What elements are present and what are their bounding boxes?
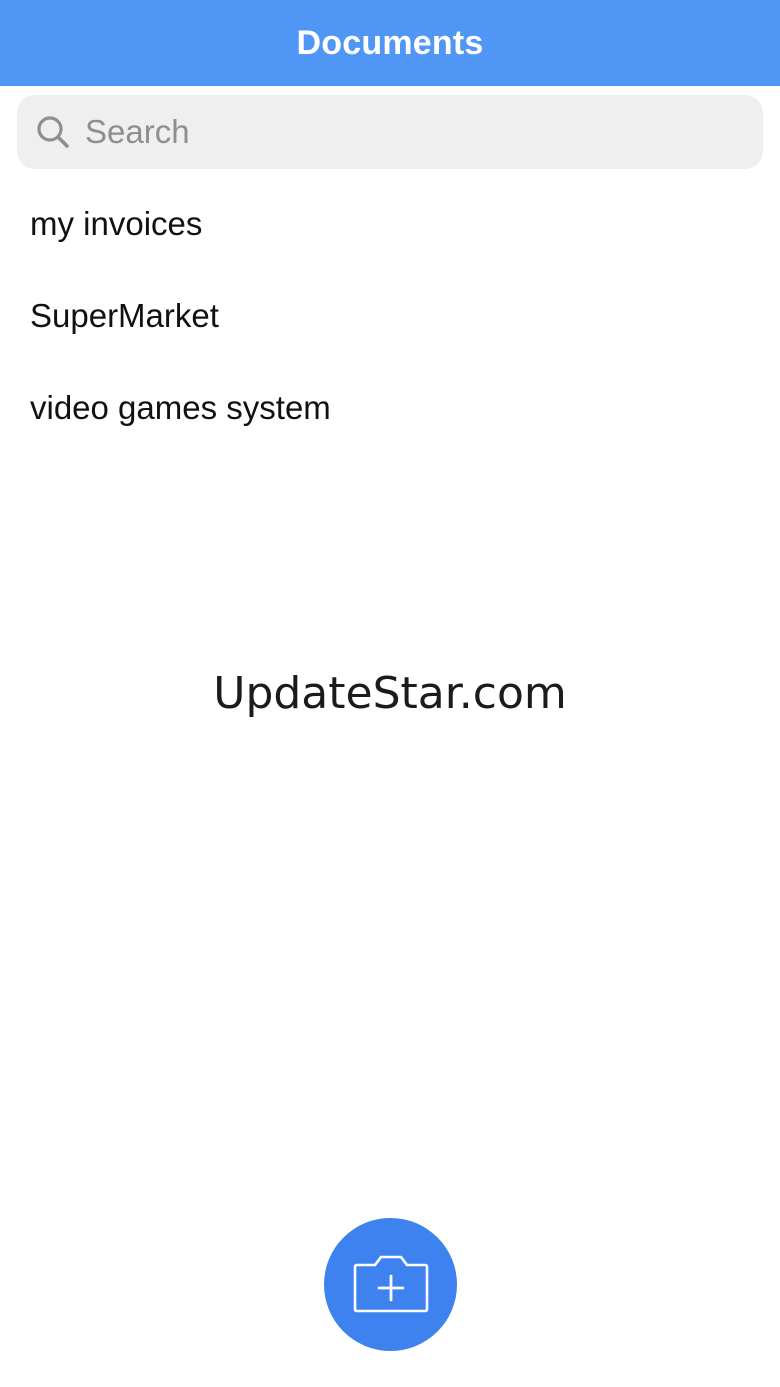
document-item-video-games-system[interactable]: video games system [0, 362, 780, 454]
search-input[interactable] [83, 112, 727, 152]
camera-add-icon [351, 1249, 431, 1320]
document-item-my-invoices[interactable]: my invoices [0, 178, 780, 270]
document-item-label: video games system [30, 389, 331, 426]
nav-bar: Documents [0, 0, 780, 86]
add-document-button[interactable] [324, 1218, 457, 1351]
document-item-label: my invoices [30, 205, 203, 242]
document-item-supermarket[interactable]: SuperMarket [0, 270, 780, 362]
search-icon [33, 112, 73, 152]
page-title: Documents [296, 23, 484, 62]
search-bar[interactable] [17, 95, 763, 169]
document-list: my invoices SuperMarket video games syst… [0, 178, 780, 454]
document-item-label: SuperMarket [30, 297, 219, 334]
watermark-text: UpdateStar.com [213, 668, 567, 719]
